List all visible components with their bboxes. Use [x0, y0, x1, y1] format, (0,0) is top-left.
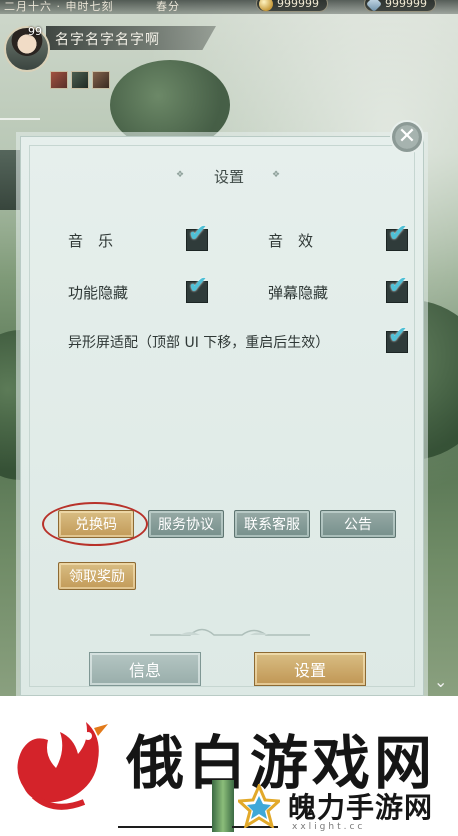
buff-icon[interactable]	[92, 71, 110, 89]
panel-ornament	[0, 118, 40, 128]
option-sfx-label: 音 效	[268, 232, 314, 250]
rooster-logo-icon	[17, 722, 108, 810]
hill-ornament	[150, 628, 310, 636]
checkmark-icon: ✔	[188, 219, 209, 247]
currency-gold-value: 999999	[277, 0, 319, 10]
player-level: 99	[28, 25, 42, 38]
tab-settings[interactable]: 设置	[254, 652, 366, 686]
checkmark-icon: ✔	[388, 271, 409, 299]
option-music-label: 音 乐	[68, 232, 114, 250]
panel-title: 设置	[213, 168, 244, 186]
watermark-site: xxlight.cc	[292, 822, 366, 832]
game-time: 二月十六 · 申时七刻	[4, 0, 114, 13]
option-hide-features-label: 功能隐藏	[68, 284, 129, 302]
notch-adapt-checkbox[interactable]: ✔	[386, 322, 408, 353]
hide-danmaku-checkbox[interactable]: ✔	[386, 272, 408, 303]
game-season: 春分	[156, 0, 180, 13]
coin-icon	[259, 0, 273, 11]
close-icon: ✕	[397, 124, 417, 149]
title-ornament-icon: ❖	[272, 170, 281, 180]
currency-gold[interactable]: 999999	[256, 0, 328, 12]
star-logo-icon	[238, 784, 280, 828]
option-notch-adapt-label: 异形屏适配（顶部 UI 下移，重启后生效）	[68, 335, 330, 351]
tab-info[interactable]: 信息	[89, 652, 201, 686]
panel-frame	[29, 145, 415, 687]
claim-reward-button[interactable]: 领取奖励	[58, 562, 136, 590]
checkmark-icon: ✔	[388, 321, 409, 349]
currency-gem-value: 999999	[385, 0, 427, 10]
contact-support-button[interactable]: 联系客服	[234, 510, 310, 538]
buff-icon[interactable]	[50, 71, 68, 89]
hide-features-checkbox[interactable]: ✔	[186, 272, 208, 303]
player-avatar[interactable]	[4, 26, 50, 72]
sfx-checkbox[interactable]: ✔	[386, 220, 408, 251]
music-checkbox[interactable]: ✔	[186, 220, 208, 251]
player-name: 名字名字名字啊	[55, 32, 160, 48]
service-agreement-button[interactable]: 服务协议	[148, 510, 224, 538]
buff-icon[interactable]	[71, 71, 89, 89]
buff-list	[50, 71, 110, 89]
chevron-down-icon[interactable]: ⌄	[434, 672, 447, 691]
highlight-ring	[42, 502, 148, 546]
close-button[interactable]: ✕	[390, 120, 424, 154]
option-hide-danmaku-label: 弹幕隐藏	[268, 284, 329, 302]
gem-icon	[366, 0, 382, 12]
checkmark-icon: ✔	[188, 271, 209, 299]
checkmark-icon: ✔	[388, 219, 409, 247]
settings-panel	[20, 136, 424, 696]
announcement-button[interactable]: 公告	[320, 510, 396, 538]
watermark-divider	[118, 826, 214, 828]
bamboo-logo-icon	[212, 780, 234, 832]
watermark-subtitle: 魄力手游网	[288, 791, 434, 824]
currency-gem[interactable]: 999999	[364, 0, 436, 12]
